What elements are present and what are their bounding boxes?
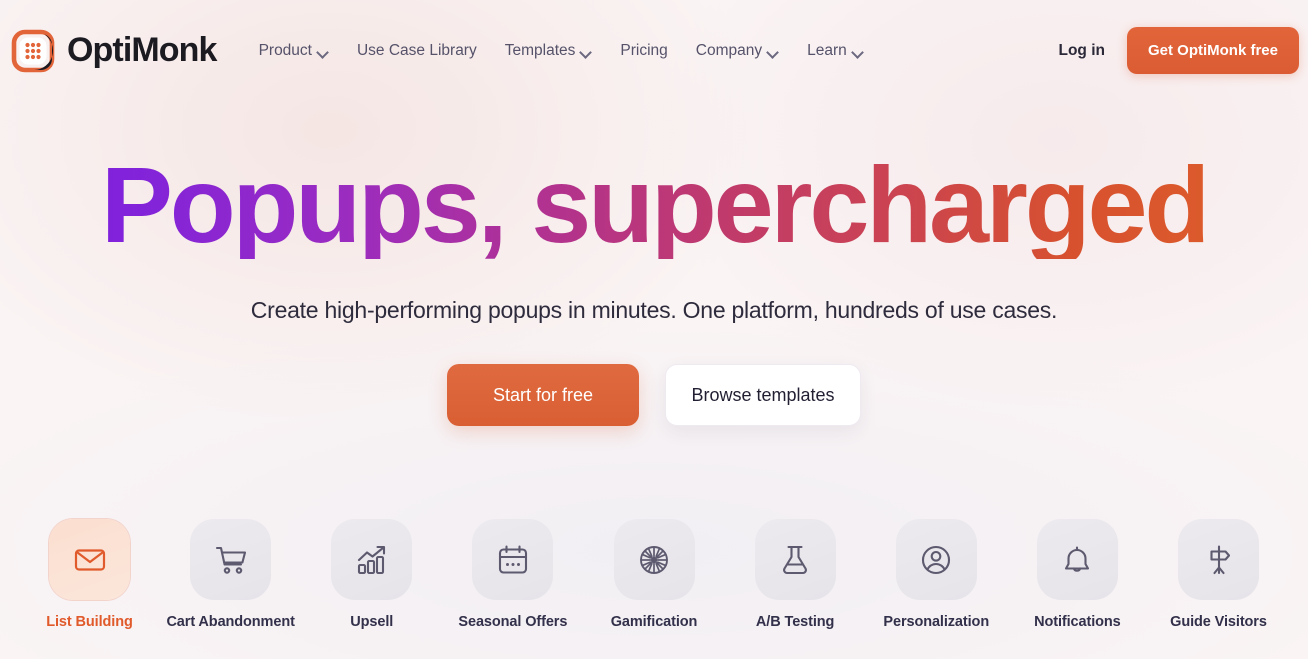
chevron-down-icon bbox=[853, 48, 864, 55]
category-label: List Building bbox=[46, 614, 133, 630]
nav-item-product[interactable]: Product bbox=[245, 34, 343, 68]
category-label: Seasonal Offers bbox=[458, 614, 568, 630]
nav-item-templates[interactable]: Templates bbox=[491, 34, 607, 68]
category-label: A/B Testing bbox=[755, 614, 835, 630]
chevron-down-icon bbox=[768, 48, 779, 55]
user-circle-icon bbox=[895, 519, 977, 600]
brand-wordmark: OptiMonk bbox=[67, 31, 217, 69]
category-list-building[interactable]: List Building bbox=[28, 519, 151, 630]
brand-logo-link[interactable]: OptiMonk bbox=[10, 28, 217, 74]
main-navigation: Product Use Case Library Templates Prici… bbox=[245, 34, 878, 68]
calendar-icon bbox=[472, 519, 554, 600]
spin-wheel-icon bbox=[613, 519, 695, 600]
category-label: Notifications bbox=[1034, 614, 1121, 630]
browse-templates-button[interactable]: Browse templates bbox=[665, 364, 861, 426]
start-for-free-button[interactable]: Start for free bbox=[447, 364, 639, 426]
optimonk-dots-logo-icon bbox=[10, 28, 56, 74]
category-upsell[interactable]: Upsell bbox=[310, 519, 433, 630]
category-label: Gamification bbox=[610, 614, 698, 630]
use-case-category-strip: List Building Cart Abandonment Upsell Se… bbox=[0, 519, 1308, 659]
nav-item-company[interactable]: Company bbox=[682, 34, 793, 68]
category-cart-abandonment[interactable]: Cart Abandonment bbox=[166, 519, 295, 630]
chevron-down-icon bbox=[581, 48, 592, 55]
landing-page: OptiMonk Product Use Case Library Templa… bbox=[0, 0, 1308, 659]
category-label: Personalization bbox=[883, 614, 990, 630]
login-link[interactable]: Log in bbox=[1058, 42, 1105, 60]
category-ab-testing[interactable]: A/B Testing bbox=[734, 519, 857, 630]
category-personalization[interactable]: Personalization bbox=[875, 519, 998, 630]
signpost-icon bbox=[1178, 519, 1259, 600]
site-header: OptiMonk Product Use Case Library Templa… bbox=[0, 0, 1308, 101]
category-label: Upsell bbox=[350, 614, 394, 630]
shopping-cart-icon bbox=[190, 519, 272, 600]
hero-cta-row: Start for free Browse templates bbox=[0, 364, 1308, 426]
hero-subtitle: Create high-performing popups in minutes… bbox=[250, 297, 1058, 323]
nav-label: Company bbox=[695, 41, 763, 59]
category-seasonal-offers[interactable]: Seasonal Offers bbox=[451, 519, 574, 630]
nav-label: Learn bbox=[807, 41, 847, 59]
flask-icon bbox=[754, 519, 836, 600]
get-optimonk-free-button[interactable]: Get OptiMonk free bbox=[1126, 27, 1299, 74]
header-actions: Log in Get OptiMonk free bbox=[1058, 27, 1308, 74]
nav-label: Templates bbox=[504, 41, 576, 59]
bell-icon bbox=[1036, 519, 1118, 600]
nav-label: Product bbox=[258, 41, 312, 59]
category-label: Guide Visitors bbox=[1170, 614, 1267, 630]
nav-label: Pricing bbox=[620, 41, 668, 59]
nav-label: Use Case Library bbox=[356, 41, 477, 59]
nav-item-learn[interactable]: Learn bbox=[793, 34, 878, 68]
hero-section: Popups, supercharged Create high-perform… bbox=[0, 101, 1308, 426]
category-gamification[interactable]: Gamification bbox=[593, 519, 716, 630]
chevron-down-icon bbox=[318, 48, 329, 55]
category-label: Cart Abandonment bbox=[166, 614, 295, 630]
category-notifications[interactable]: Notifications bbox=[1016, 519, 1139, 630]
page-title: Popups, supercharged bbox=[0, 151, 1308, 259]
nav-item-use-case-library[interactable]: Use Case Library bbox=[343, 34, 491, 68]
category-guide-visitors[interactable]: Guide Visitors bbox=[1157, 519, 1280, 630]
nav-item-pricing[interactable]: Pricing bbox=[606, 34, 681, 68]
envelope-icon bbox=[49, 519, 130, 600]
growth-chart-icon bbox=[331, 519, 413, 600]
